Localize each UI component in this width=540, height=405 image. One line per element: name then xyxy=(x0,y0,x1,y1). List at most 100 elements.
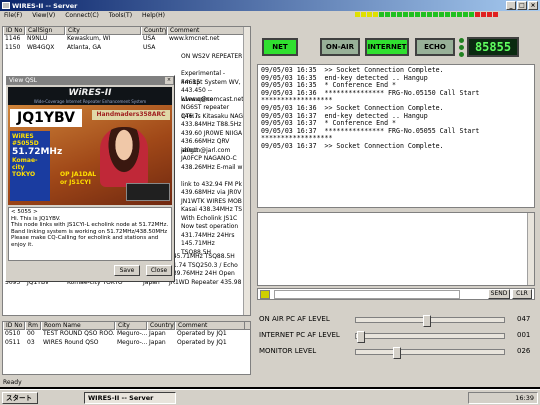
qsl-freq: 51.72MHz xyxy=(12,147,63,157)
meter-segment xyxy=(427,12,432,17)
comment-cell: 436.66MHz QRV about xyxy=(181,138,230,154)
table-row[interactable]: 1146 N9NLU Kewaskum, WI USA www.kmcnet.n… xyxy=(3,35,250,44)
meter-segment xyxy=(433,12,438,17)
qsl-banner-sub: Wide-Coverage Internet Repeater Enhancem… xyxy=(33,99,147,104)
qsl-message-text: < 5055 > Hi. This is JQ1YBV. This node l… xyxy=(11,209,169,248)
qsl-card-image: WiRES-II Wide-Coverage Internet Repeater… xyxy=(8,87,172,205)
col-room-comment[interactable]: Comment xyxy=(175,322,245,330)
comment-cell: link to 432.94 FM Pk xyxy=(181,180,242,188)
clock-display: 85855 xyxy=(467,37,519,57)
col-room-country[interactable]: Country xyxy=(147,322,175,330)
meter-segment xyxy=(373,12,378,17)
meter-segment xyxy=(415,12,420,17)
meter-segment xyxy=(421,12,426,17)
comment-cell: NG6ST repeater 146.7 xyxy=(181,104,230,120)
table-row[interactable]: 0511 03 WIRES Round QSO Meguro-... Japan… xyxy=(3,339,250,348)
meter-segment xyxy=(493,12,498,17)
meter-segment xyxy=(457,12,462,17)
meter-segment xyxy=(469,12,474,17)
close-qsl-button[interactable]: Close xyxy=(146,265,172,276)
comment-cell: QTH is Kitasaku NAG xyxy=(181,112,244,120)
onair-level-thumb[interactable] xyxy=(422,315,431,327)
echo-lamp: ECHO xyxy=(415,38,455,56)
room-table[interactable]: ID No Rm Room Name City Country Comment … xyxy=(2,321,251,375)
comment-cell: 431.74MHz 24Hrs xyxy=(181,231,235,239)
internet-lamp: INTERNET xyxy=(365,38,409,56)
qsl-title: View QSL xyxy=(9,77,38,84)
clear-button[interactable]: CLR xyxy=(512,289,532,299)
maximize-button[interactable]: □ xyxy=(517,1,527,10)
comment-cell: k1eew@comcast.net xyxy=(181,95,244,103)
table-row[interactable]: 0510 00 TEST ROUND QSO ROO... Meguro-...… xyxy=(3,330,250,339)
qsl-message[interactable]: < 5055 > Hi. This is JQ1YBV. This node l… xyxy=(8,207,172,261)
meter-segment xyxy=(481,12,486,17)
onair-level-value: 047 xyxy=(517,315,531,323)
monitor-level-thumb[interactable] xyxy=(392,347,401,359)
menu-help[interactable]: Help(H) xyxy=(142,12,165,20)
menu-view[interactable]: View(V) xyxy=(32,12,55,20)
comment-cell: 443.450 -- www.qslne xyxy=(181,87,214,103)
col-room-city[interactable]: City xyxy=(115,322,147,330)
meter-segment xyxy=(463,12,468,17)
qsl-node-label: WiRES xyxy=(12,133,34,140)
start-button[interactable]: スタート xyxy=(2,392,38,404)
table-cell: 51.74 TSQ250.3 / Echo xyxy=(169,261,238,269)
send-button[interactable]: SEND xyxy=(488,289,510,299)
left-pane: ID No CallSign City Country Comment 1146… xyxy=(0,20,253,378)
menu-connect[interactable]: Connect(C) xyxy=(65,12,99,20)
qsl-banner: WiRES-II Wide-Coverage Internet Repeater… xyxy=(8,87,172,105)
col-callsign[interactable]: CallSign xyxy=(25,27,65,35)
qsl-radio-image xyxy=(126,183,170,201)
meter-segment xyxy=(451,12,456,17)
right-pane: NET ON-AIR INTERNET ECHO 85855 09/05/03 … xyxy=(253,12,540,378)
table-cell: 439.76MHz 24H Open xyxy=(169,270,235,277)
log-line: 09/05/03 16:37 >> Socket Connection Comp… xyxy=(261,141,444,150)
table-row[interactable]: 1150 WB4GQX Atlanta, GA USA xyxy=(3,44,250,53)
internet-level-thumb[interactable] xyxy=(357,331,366,343)
comment-cell: 439.60 JR0WE NIIGA xyxy=(181,129,243,137)
menu-file[interactable]: File(F) xyxy=(4,12,22,20)
window-title: WIRES-II -- Server xyxy=(12,2,78,10)
qsl-close-icon[interactable]: × xyxy=(165,77,173,84)
qsl-window: View QSL × WiRES-II Wide-Coverage Intern… xyxy=(5,75,175,282)
col-city[interactable]: City xyxy=(65,27,141,35)
minimize-button[interactable]: _ xyxy=(506,1,516,10)
level-meter xyxy=(355,12,498,17)
comment-cell: 433.84MHz T88.5Hz xyxy=(181,121,242,128)
meter-segment xyxy=(379,12,384,17)
text-panel[interactable] xyxy=(257,212,535,286)
monitor-level-slider[interactable] xyxy=(355,347,505,359)
internet-level-slider[interactable] xyxy=(355,331,505,343)
col-comment[interactable]: Comment xyxy=(167,27,245,35)
message-input[interactable] xyxy=(274,290,460,299)
qsl-pref: TOKYO xyxy=(12,171,36,178)
col-room-idno[interactable]: ID No xyxy=(3,322,25,330)
onair-level-slider[interactable] xyxy=(355,315,505,327)
col-room-name[interactable]: Room Name xyxy=(41,322,115,330)
app-icon xyxy=(2,2,10,9)
col-country[interactable]: Country xyxy=(141,27,167,35)
log-panel[interactable]: 09/05/03 16:35 >> Socket Connection Comp… xyxy=(257,64,535,208)
qsl-handmaker: Handmaders358ARC xyxy=(92,110,170,120)
taskbar-app-button[interactable]: WIRES-II -- Server xyxy=(84,392,176,404)
node-table-scrollbar[interactable] xyxy=(243,27,250,315)
qsl-banner-logo: WiRES-II xyxy=(68,88,112,98)
qsl-titlebar: View QSL × xyxy=(6,76,174,85)
text-panel-scrollbar[interactable] xyxy=(527,213,534,285)
qsl-node-box: WiRES #5055D 51.72MHz Komae-city TOKYO xyxy=(10,131,63,201)
internet-level-value: 001 xyxy=(517,331,531,339)
pen-icon[interactable] xyxy=(260,290,270,299)
col-idno[interactable]: ID No xyxy=(3,27,25,35)
qsl-callsign: JQ1YBV xyxy=(10,109,82,127)
save-button[interactable]: Save xyxy=(114,265,140,276)
meter-segment xyxy=(397,12,402,17)
close-button[interactable]: × xyxy=(528,1,538,10)
meter-segment xyxy=(445,12,450,17)
title-bar: WIRES-II -- Server _ □ × xyxy=(0,0,540,11)
comment-cell: ja0gtn@jarl.com xyxy=(181,146,231,154)
col-rm[interactable]: Rm xyxy=(25,322,41,330)
meter-segment xyxy=(475,12,480,17)
menu-tools[interactable]: Tools(T) xyxy=(109,12,132,20)
comment-cell: Fm Rpt System WV, xyxy=(181,78,241,86)
status-bar: Ready xyxy=(0,378,540,387)
